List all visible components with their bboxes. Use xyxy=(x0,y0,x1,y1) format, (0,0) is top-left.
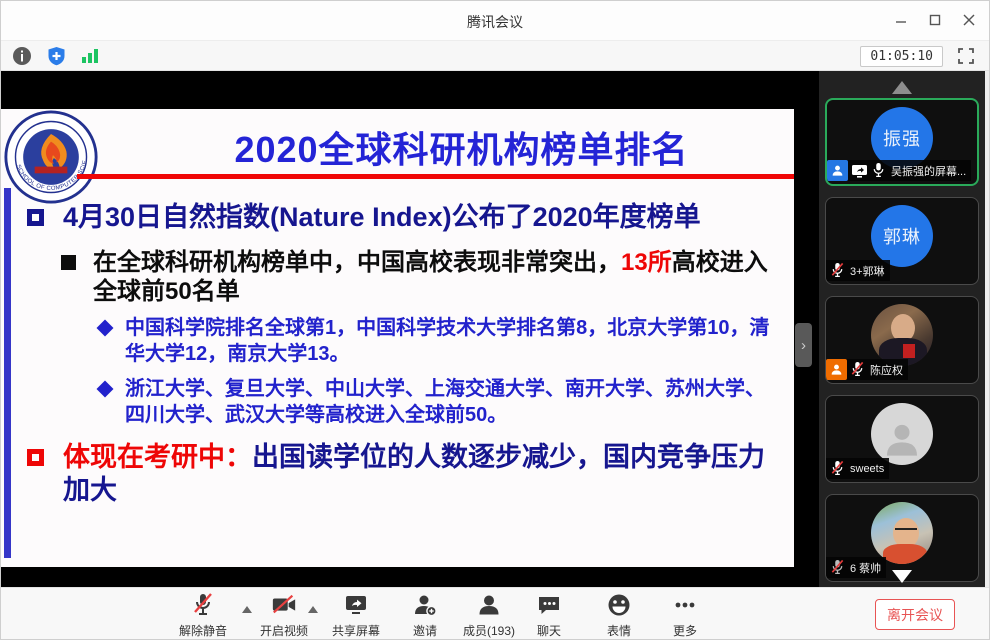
fullscreen-button[interactable] xyxy=(953,44,979,68)
window-titlebar: 腾讯会议 xyxy=(1,1,989,41)
unmute-button[interactable]: 解除静音 xyxy=(171,593,235,639)
network-quality-button[interactable] xyxy=(77,44,103,68)
sidebar-collapse-handle[interactable]: › xyxy=(795,323,812,367)
bullet-point-3: 体现在考研中：出国读学位的人数逐步减少，国内竞争压力加大 xyxy=(27,441,779,507)
bullet-point-1: 4月30日自然指数(Nature Index)公布了2020年度榜单 xyxy=(27,201,779,234)
chevron-right-icon: › xyxy=(801,337,806,354)
maximize-button[interactable] xyxy=(921,7,949,33)
screen-share-badge-icon xyxy=(851,162,868,179)
highlight-13-universities: 13所 xyxy=(621,249,672,276)
main-region: SCHOOL OF COMPUTER SCIENCE 2020全球科研机构榜单排… xyxy=(1,71,989,587)
participant-tile-chenyingquan[interactable]: 陈应权 xyxy=(825,296,979,384)
signal-bars-icon xyxy=(80,47,100,65)
scroll-up-arrow-icon[interactable] xyxy=(892,81,912,94)
avatar-placeholder xyxy=(871,403,933,465)
slide-title: 2020全球科研机构榜单排名 xyxy=(141,121,782,173)
minimize-icon xyxy=(895,14,907,26)
share-screen-icon xyxy=(343,593,369,617)
mic-on-icon xyxy=(871,162,888,179)
meeting-toolbar: 解除静音 开启视频 共享屏幕 xyxy=(1,587,989,640)
sub-bullet-2: 浙江大学、复旦大学、中山大学、上海交通大学、南开大学、苏州大学、四川大学、武汉大… xyxy=(99,376,779,428)
shared-screen-stage: SCHOOL OF COMPUTER SCIENCE 2020全球科研机构榜单排… xyxy=(1,71,819,587)
participant-label: 3+郭琳 xyxy=(826,260,890,281)
participant-tile-guolin[interactable]: 郭琳 3+郭琳 xyxy=(825,197,979,285)
mic-muted-icon xyxy=(830,559,847,576)
status-right: 01:05:10 xyxy=(860,44,979,68)
info-icon xyxy=(12,46,32,66)
meeting-info-button[interactable] xyxy=(9,44,35,68)
camera-off-icon xyxy=(271,593,297,617)
mic-muted-icon xyxy=(830,262,847,279)
start-video-button[interactable]: 开启视频 xyxy=(251,593,317,639)
invite-person-icon xyxy=(412,593,438,617)
video-options-arrow[interactable] xyxy=(308,606,318,613)
participant-tile-sweets[interactable]: sweets xyxy=(825,395,979,483)
fullscreen-icon xyxy=(957,47,975,65)
mic-muted-icon xyxy=(850,361,867,378)
avatar-photo xyxy=(871,304,933,366)
sub-bullet-1: 中国科学院排名全球第1，中国科学技术大学排名第8，北京大学第10，清华大学12，… xyxy=(99,315,779,367)
meeting-statusbar: 01:05:10 xyxy=(1,41,989,71)
window-title: 腾讯会议 xyxy=(1,12,989,32)
emoji-smiley-icon xyxy=(606,593,632,617)
close-button[interactable] xyxy=(955,7,983,33)
meeting-timer: 01:05:10 xyxy=(860,46,943,67)
square-bullet-icon xyxy=(61,255,76,270)
square-bullet-icon xyxy=(27,209,44,226)
school-logo: SCHOOL OF COMPUTER SCIENCE xyxy=(3,109,99,205)
window-controls xyxy=(887,7,983,33)
avatar: 郭琳 xyxy=(871,205,933,267)
status-left-icons xyxy=(9,44,103,68)
tencent-meeting-window: 腾讯会议 xyxy=(0,0,990,640)
close-icon xyxy=(963,14,975,26)
person-silhouette-icon xyxy=(882,419,922,459)
invite-button[interactable]: 邀请 xyxy=(395,593,455,639)
members-button[interactable]: 成员(193) xyxy=(449,593,529,639)
more-dots-icon xyxy=(672,593,698,617)
diamond-bullet-icon xyxy=(97,320,114,337)
shield-icon xyxy=(47,46,66,66)
cohost-badge-icon xyxy=(826,359,847,380)
host-badge-icon xyxy=(827,160,848,181)
bullet-point-2: 在全球科研机构榜单中，中国高校表现非常突出，13所高校进入全球前50名单 xyxy=(61,248,779,307)
share-screen-button[interactable]: 共享屏幕 xyxy=(319,593,393,639)
avatar-photo xyxy=(871,502,933,564)
security-button[interactable] xyxy=(43,44,69,68)
scroll-down-arrow-icon[interactable] xyxy=(892,570,912,583)
participant-label: sweets xyxy=(826,458,889,479)
left-accent-bar xyxy=(4,188,11,558)
emoji-button[interactable]: 表情 xyxy=(591,593,647,639)
minimize-button[interactable] xyxy=(887,7,915,33)
participant-label: 陈应权 xyxy=(826,359,908,380)
window-edge xyxy=(985,71,990,587)
chat-button[interactable]: 聊天 xyxy=(521,593,577,639)
title-divider-line xyxy=(77,174,794,179)
diamond-bullet-icon xyxy=(97,381,114,398)
maximize-icon xyxy=(929,14,941,26)
slide-body: 4月30日自然指数(Nature Index)公布了2020年度榜单 在全球科研… xyxy=(27,201,779,507)
chat-bubble-icon xyxy=(536,593,562,617)
presentation-slide: SCHOOL OF COMPUTER SCIENCE 2020全球科研机构榜单排… xyxy=(1,109,794,567)
participant-label: 6 蔡帅 xyxy=(826,557,886,578)
participant-label: 吴振强的屏幕... xyxy=(827,160,971,181)
participant-tile-caishuai[interactable]: 6 蔡帅 xyxy=(825,494,979,582)
participant-tile-wuzhenqiang[interactable]: 振强 吴振强的屏幕... xyxy=(825,98,979,186)
mic-off-icon xyxy=(190,593,216,617)
square-bullet-icon xyxy=(27,449,44,466)
more-button[interactable]: 更多 xyxy=(657,593,713,639)
mic-muted-icon xyxy=(830,460,847,477)
leave-meeting-button[interactable]: 离开会议 xyxy=(875,599,955,630)
participants-sidebar: 振强 吴振强的屏幕... 郭琳 xyxy=(819,71,985,587)
members-icon xyxy=(476,593,502,617)
